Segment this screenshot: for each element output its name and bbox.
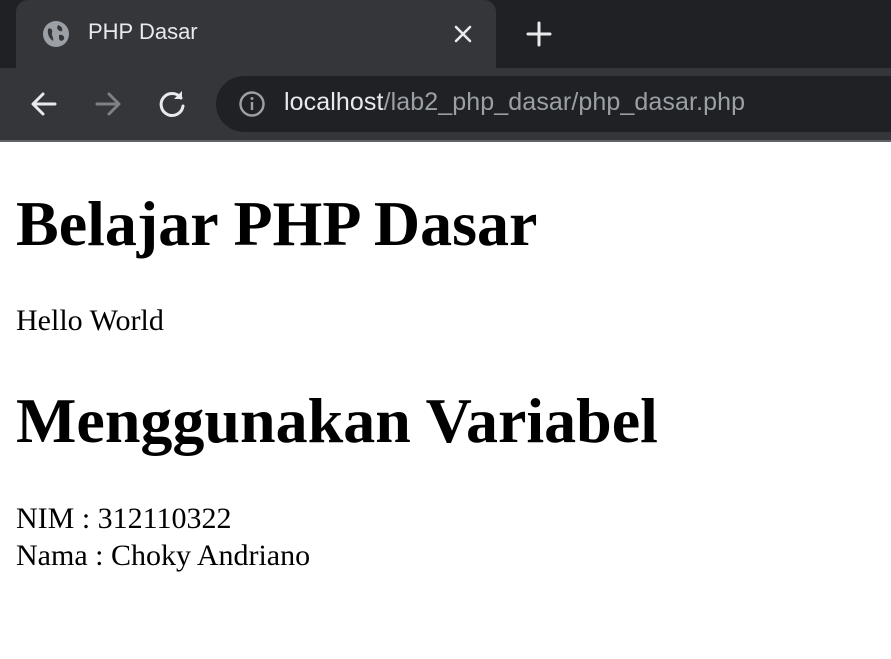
forward-arrow-icon[interactable]	[90, 86, 126, 122]
new-tab-icon[interactable]	[524, 19, 554, 49]
section-heading: Menggunakan Variabel	[16, 385, 658, 456]
variable-output: NIM : 312110322 Nama : Choky Andriano	[16, 500, 310, 574]
tab-strip: PHP Dasar	[0, 0, 891, 68]
url-host: localhost	[284, 88, 384, 116]
browser-tab[interactable]: PHP Dasar	[16, 0, 496, 68]
browser-toolbar: localhost/lab2_php_dasar/php_dasar.php	[0, 68, 891, 142]
nim-line: NIM : 312110322	[16, 502, 232, 535]
url-path: /lab2_php_dasar/php_dasar.php	[383, 88, 746, 116]
reload-icon[interactable]	[154, 86, 190, 122]
address-bar[interactable]: localhost/lab2_php_dasar/php_dasar.php	[216, 76, 891, 132]
page-heading: Belajar PHP Dasar	[16, 188, 538, 259]
back-arrow-icon[interactable]	[26, 86, 62, 122]
tab-title: PHP Dasar	[88, 19, 198, 44]
url-text[interactable]: localhost/lab2_php_dasar/php_dasar.php	[284, 88, 745, 117]
close-icon[interactable]	[450, 21, 476, 47]
globe-icon	[43, 21, 69, 47]
info-icon[interactable]	[238, 90, 266, 118]
hello-text: Hello World	[16, 304, 164, 337]
nama-line: Nama : Choky Andriano	[16, 539, 311, 572]
